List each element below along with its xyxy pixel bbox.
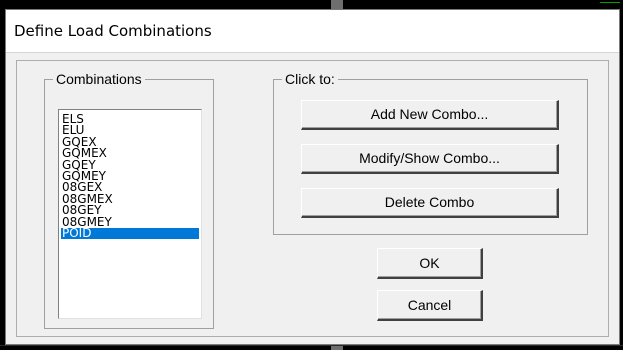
define-load-combinations-dialog: Define Load Combinations Combinations EL… xyxy=(5,9,620,345)
combinations-group: Combinations ELS ELU GQEX GQMEX GQEY GQM… xyxy=(44,71,214,329)
dialog-client-area: Combinations ELS ELU GQEX GQMEX GQEY GQM… xyxy=(16,60,609,337)
ok-button[interactable]: OK xyxy=(377,248,483,279)
list-item-selected[interactable]: POID xyxy=(61,227,199,240)
dialog-title: Define Load Combinations xyxy=(14,22,212,40)
combinations-group-label: Combinations xyxy=(53,71,145,87)
cancel-button[interactable]: Cancel xyxy=(377,290,483,321)
combinations-list[interactable]: ELS ELU GQEX GQMEX GQEY GQMEY 08GEX 08GM… xyxy=(58,109,202,319)
click-to-group: Click to: Add New Combo... Modify/Show C… xyxy=(273,71,588,235)
click-to-group-label: Click to: xyxy=(282,71,338,87)
delete-combo-button[interactable]: Delete Combo xyxy=(301,188,559,218)
background-grid-line xyxy=(0,345,623,346)
background-axis-line xyxy=(600,2,620,3)
add-new-combo-button[interactable]: Add New Combo... xyxy=(301,100,559,130)
modify-show-combo-button[interactable]: Modify/Show Combo... xyxy=(301,144,559,174)
title-bar[interactable]: Define Load Combinations xyxy=(6,10,619,53)
